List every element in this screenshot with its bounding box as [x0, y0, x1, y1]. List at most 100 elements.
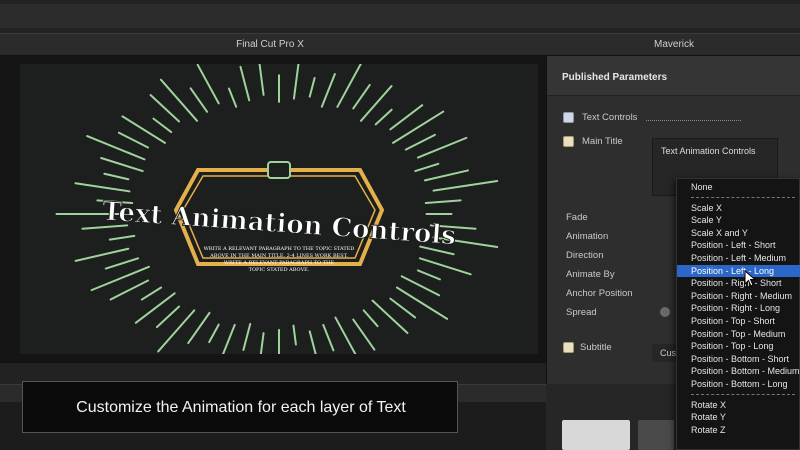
ray: [239, 65, 251, 102]
menu-item[interactable]: Position - Left - Short: [677, 239, 800, 252]
ray: [189, 87, 209, 113]
ray: [74, 182, 131, 193]
param-animation: Animation: [566, 231, 609, 242]
menu-item[interactable]: Scale X: [677, 202, 800, 215]
ray: [227, 87, 238, 108]
clip-thumbnail-2[interactable]: [638, 420, 674, 450]
param-direction: Direction: [566, 250, 604, 261]
ray: [362, 309, 379, 328]
ray: [117, 131, 150, 149]
menu-item[interactable]: Scale Y: [677, 214, 800, 227]
top-toolbar: [0, 0, 800, 34]
subtitle-label: Subtitle: [580, 342, 612, 353]
ray: [416, 269, 441, 281]
ray: [140, 286, 163, 301]
ray: [258, 64, 265, 96]
param-animate-by: Animate By: [566, 269, 615, 280]
ray: [155, 305, 181, 329]
ray: [196, 64, 220, 105]
ray: [152, 117, 173, 134]
ray: [121, 115, 166, 144]
inspector-header: Published Parameters: [547, 56, 800, 96]
project-title: Maverick: [653, 39, 694, 50]
ray: [149, 94, 181, 123]
menu-item[interactable]: Position - Top - Long: [677, 340, 800, 353]
ray: [159, 78, 199, 122]
ray: [418, 257, 472, 276]
dotted-leader: [646, 120, 741, 121]
ray: [86, 135, 146, 161]
ray: [157, 309, 196, 353]
ray: [432, 180, 499, 192]
clip-thumbnail[interactable]: [562, 420, 630, 450]
text-controls-label: Text Controls: [582, 112, 638, 123]
ray: [292, 324, 297, 346]
menu-item[interactable]: Scale X and Y: [677, 227, 800, 240]
ray: [374, 108, 393, 126]
ray: [389, 104, 424, 131]
ray: [400, 275, 441, 297]
menu-item[interactable]: Position - Top - Medium: [677, 328, 800, 341]
video-viewer[interactable]: Text Animation Controls WRITE A RELEVANT…: [20, 64, 538, 354]
ray: [352, 83, 371, 110]
menu-item[interactable]: Rotate X: [677, 399, 800, 412]
spread-slider-knob[interactable]: [660, 307, 670, 317]
ray: [395, 286, 449, 320]
ray: [109, 279, 150, 301]
main-title-checkbox-icon[interactable]: [563, 136, 574, 147]
ray: [352, 318, 376, 351]
subtitle-checkbox-icon[interactable]: [563, 342, 574, 353]
menu-item[interactable]: Position - Right - Short: [677, 277, 800, 290]
caption-text: Customize the Animation for each layer o…: [76, 399, 406, 416]
menu-item[interactable]: Rotate Y: [677, 411, 800, 424]
ray: [308, 76, 316, 98]
ray: [74, 247, 130, 262]
published-parameters-label: Published Parameters: [562, 72, 668, 83]
ray: [90, 265, 150, 292]
ray: [320, 72, 336, 108]
menu-item[interactable]: Position - Bottom - Short: [677, 353, 800, 366]
menu-item[interactable]: Position - Right - Medium: [677, 290, 800, 303]
menu-separator: [691, 196, 795, 198]
menu-item[interactable]: None: [677, 181, 800, 194]
ray: [292, 64, 300, 100]
animation-dropdown-menu[interactable]: None Scale X Scale Y Scale X and Y Position …: [676, 178, 800, 450]
popup-label: Text Animation Controls: [661, 146, 756, 156]
ray: [424, 199, 462, 205]
text-controls-checkbox-icon[interactable]: [563, 112, 574, 123]
ray: [242, 322, 252, 352]
ray: [134, 292, 176, 324]
menu-item[interactable]: Position - Right - Long: [677, 302, 800, 315]
body-line-1: WRITE A RELEVANT PARAGRAPH TO THE TOPIC …: [204, 246, 355, 252]
menu-item[interactable]: Position - Left - Long: [677, 264, 800, 278]
menu-item[interactable]: Position - Left - Medium: [677, 252, 800, 265]
ray: [108, 234, 136, 241]
ray: [371, 299, 409, 334]
param-anchor-position: Anchor Position: [566, 288, 633, 299]
menu-item[interactable]: Position - Top - Short: [677, 315, 800, 328]
ray: [222, 323, 236, 354]
ray: [259, 332, 265, 354]
menu-item[interactable]: Rotate Z: [677, 424, 800, 437]
ray: [308, 330, 317, 354]
film-icon: [267, 161, 291, 179]
toolbar-strip: [0, 4, 800, 28]
ray: [392, 110, 445, 144]
body-line-3: WRITE A RELEVANT PARAGRAPH TO THE: [224, 260, 335, 266]
menu-item[interactable]: Position - Bottom - Long: [677, 378, 800, 391]
ray: [404, 133, 436, 151]
menu-separator: [691, 393, 795, 395]
app-title: Final Cut Pro X: [236, 39, 304, 50]
title-graphic: Text Animation Controls WRITE A RELEVANT…: [55, 64, 499, 354]
menu-item[interactable]: Position - Bottom - Medium: [677, 365, 800, 378]
ray: [100, 157, 144, 173]
ray: [208, 323, 220, 344]
ray: [103, 172, 130, 181]
window-titlebar: Final Cut Pro X Maverick: [0, 34, 800, 56]
tutorial-caption: Customize the Animation for each layer o…: [22, 381, 458, 433]
ray: [187, 311, 211, 345]
ray: [423, 169, 469, 182]
ray: [104, 257, 140, 270]
param-spread: Spread: [566, 307, 597, 318]
ray: [389, 297, 417, 319]
